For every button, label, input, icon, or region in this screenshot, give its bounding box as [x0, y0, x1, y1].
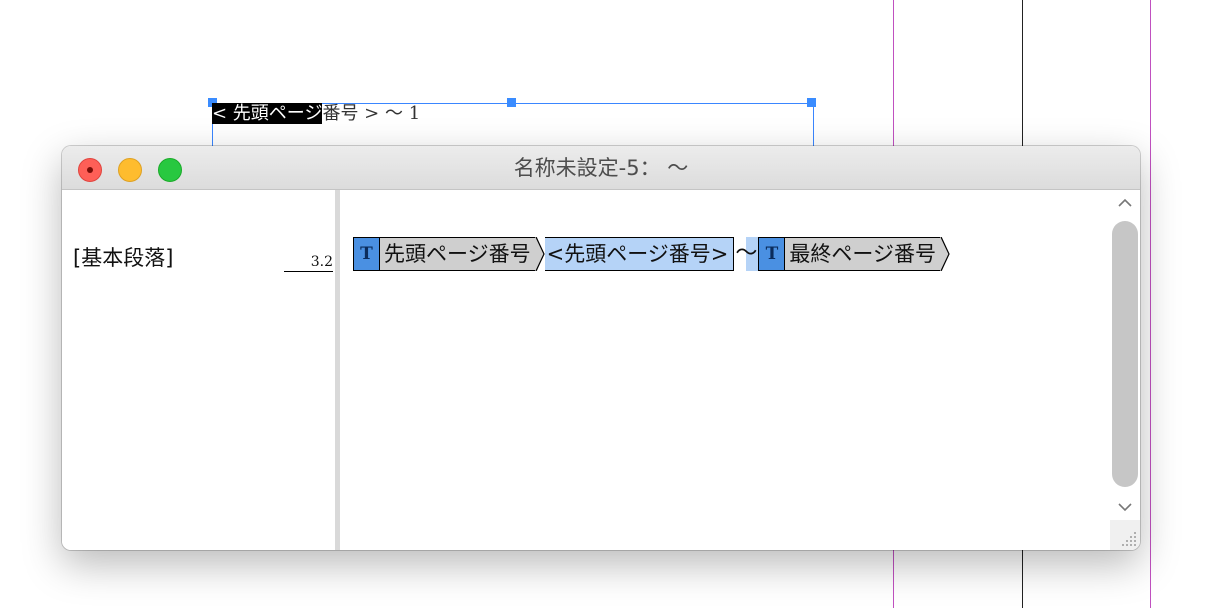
variable-arrow-icon: [939, 237, 950, 271]
resize-grip-icon[interactable]: [1110, 520, 1140, 550]
story-editor-window: 名称未設定-5： 〜 [基本段落] 3.2 T 先頭ページ番号 <先頭ページ番号…: [62, 146, 1140, 550]
chevron-down-icon[interactable]: [1110, 496, 1140, 518]
frame-handle-top-right[interactable]: [807, 98, 816, 107]
frame-text-rest: 番号 > 〜 1: [322, 103, 421, 124]
text-variable-name: 先頭ページ番号: [380, 237, 535, 271]
depth-ruler-value: 3.2: [284, 254, 333, 272]
paragraph-style-label: [基本段落]: [73, 246, 174, 270]
window-title: 名称未設定-5： 〜: [513, 156, 689, 180]
frame-text-selected: < 先頭ページ: [212, 103, 323, 124]
title-bar[interactable]: 名称未設定-5： 〜: [62, 146, 1140, 190]
text-variable-value: <先頭ページ番号>: [544, 237, 735, 271]
text-variable-icon: T: [353, 237, 380, 271]
margin-guide: [1150, 0, 1151, 608]
chevron-up-icon[interactable]: [1110, 192, 1140, 214]
frame-text[interactable]: < 先頭ページ番号 > 〜 1: [212, 102, 420, 126]
separator-text: 〜: [734, 237, 759, 271]
vertical-scrollbar[interactable]: [1110, 190, 1140, 550]
variable-arrow-icon: [534, 237, 545, 271]
scrollbar-thumb[interactable]: [1112, 221, 1138, 487]
frame-handle-top-center[interactable]: [507, 98, 516, 107]
story-line: T 先頭ページ番号 <先頭ページ番号> 〜 T 最終ページ番号: [353, 237, 950, 273]
text-variable-icon: T: [758, 237, 786, 271]
story-text-area[interactable]: T 先頭ページ番号 <先頭ページ番号> 〜 T 最終ページ番号: [340, 190, 1110, 550]
text-variable-name: 最終ページ番号: [785, 237, 940, 271]
style-column: [基本段落] 3.2: [62, 190, 335, 550]
